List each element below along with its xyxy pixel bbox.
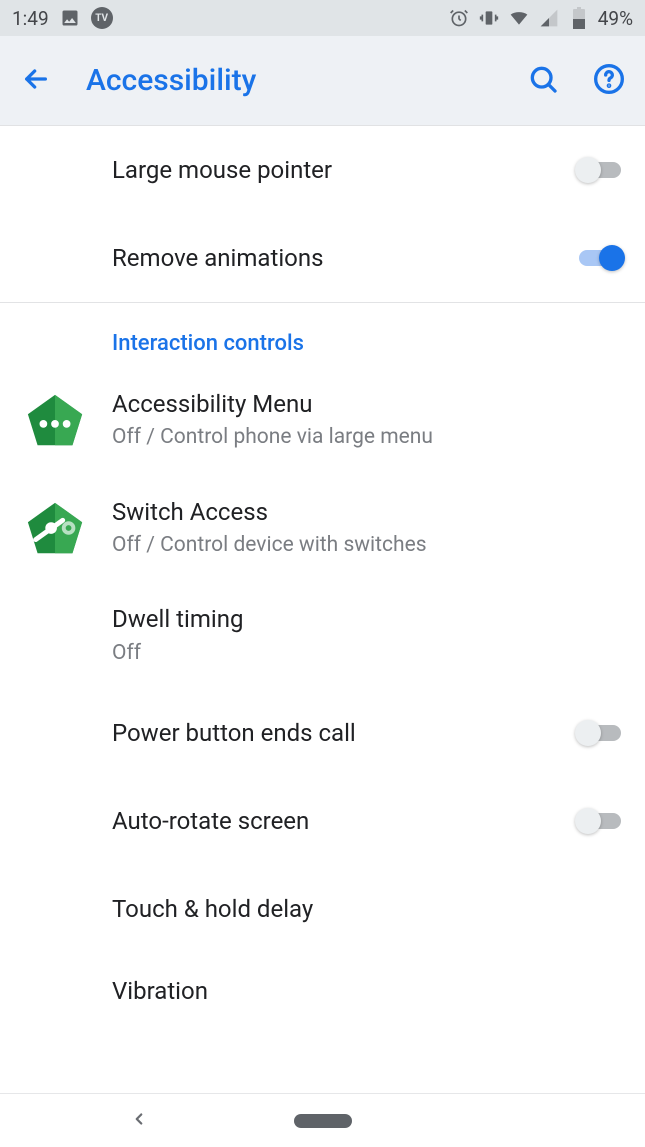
battery-text: 49% xyxy=(598,7,633,30)
alarm-icon xyxy=(448,7,470,29)
toggle-large-mouse-pointer[interactable] xyxy=(575,155,625,185)
setting-subtitle: Off xyxy=(112,640,613,667)
status-bar: 1:49 TV 49% xyxy=(0,0,645,36)
tv-icon: TV xyxy=(91,7,113,29)
setting-dwell-timing[interactable]: Dwell timing Off xyxy=(0,581,645,689)
back-arrow-icon[interactable] xyxy=(20,63,52,99)
status-left: 1:49 TV xyxy=(12,7,113,30)
setting-title: Accessibility Menu xyxy=(112,388,613,420)
settings-list[interactable]: Large mouse pointer Remove animations In… xyxy=(0,126,645,1093)
setting-subtitle: Off / Control phone via large menu xyxy=(112,424,613,451)
setting-large-mouse-pointer[interactable]: Large mouse pointer xyxy=(0,126,645,214)
setting-title: Remove animations xyxy=(112,242,563,274)
help-icon[interactable] xyxy=(593,63,625,99)
setting-title: Switch Access xyxy=(112,496,613,528)
setting-touch-hold-delay[interactable]: Touch & hold delay xyxy=(0,865,645,953)
wifi-icon xyxy=(508,7,530,29)
setting-subtitle: Off / Control device with switches xyxy=(112,532,613,559)
nav-home-pill[interactable] xyxy=(294,1114,352,1128)
page-title: Accessibility xyxy=(86,63,493,98)
status-time: 1:49 xyxy=(12,7,49,30)
nav-bar xyxy=(0,1093,645,1147)
setting-remove-animations[interactable]: Remove animations xyxy=(0,214,645,302)
toggle-auto-rotate[interactable] xyxy=(575,806,625,836)
toggle-power-button-ends-call[interactable] xyxy=(575,718,625,748)
setting-title: Touch & hold delay xyxy=(112,893,613,925)
setting-accessibility-menu[interactable]: Accessibility Menu Off / Control phone v… xyxy=(0,366,645,474)
search-icon[interactable] xyxy=(527,63,559,99)
accessibility-menu-icon xyxy=(24,389,86,451)
setting-switch-access[interactable]: Switch Access Off / Control device with … xyxy=(0,474,645,582)
vibrate-icon xyxy=(478,7,500,29)
battery-icon xyxy=(568,7,590,29)
setting-title: Large mouse pointer xyxy=(112,154,563,186)
setting-title: Auto-rotate screen xyxy=(112,805,563,837)
nav-back-icon[interactable] xyxy=(130,1110,148,1132)
setting-title: Power button ends call xyxy=(112,717,563,749)
section-header-interaction: Interaction controls xyxy=(0,303,645,366)
setting-power-button-ends-call[interactable]: Power button ends call xyxy=(0,689,645,777)
setting-title: Dwell timing xyxy=(112,603,613,635)
app-bar: Accessibility xyxy=(0,36,645,126)
setting-vibration[interactable]: Vibration xyxy=(0,953,645,1007)
signal-icon xyxy=(538,7,560,29)
switch-access-icon xyxy=(24,497,86,559)
status-right: 49% xyxy=(448,7,633,30)
setting-auto-rotate[interactable]: Auto-rotate screen xyxy=(0,777,645,865)
toggle-remove-animations[interactable] xyxy=(575,243,625,273)
image-icon xyxy=(59,7,81,29)
setting-title: Vibration xyxy=(112,975,613,1007)
